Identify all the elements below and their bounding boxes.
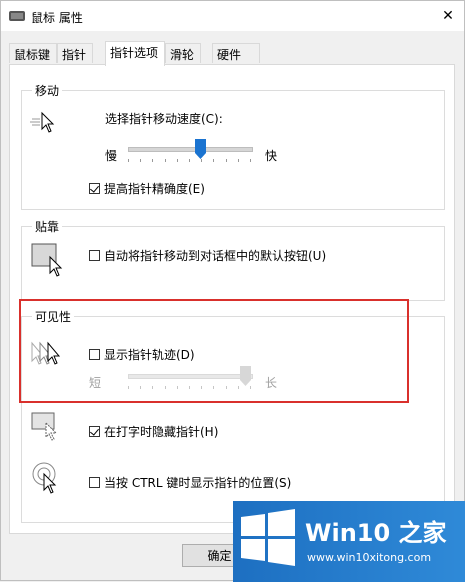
windows-logo-icon: [241, 509, 295, 566]
motion-group: 移动 选择指针移动速度(C): 慢 快 提高指针精确度(E): [21, 82, 445, 210]
tab-label: 指针: [62, 48, 87, 62]
show-location-checkbox[interactable]: 当按 CTRL 键时显示指针的位置(S): [89, 474, 291, 491]
motion-group-title: 移动: [32, 82, 63, 99]
hide-pointer-checkbox-box[interactable]: [89, 426, 100, 437]
snap-group-title: 贴靠: [32, 218, 63, 235]
snap-label: 自动将指针移动到对话框中的默认按钮(U): [104, 249, 327, 263]
slider-track: [128, 147, 253, 152]
slider-tick: [250, 159, 251, 162]
slider-tick: [165, 159, 166, 162]
snap-to-group: 贴靠 自动将指针移动到对话框中的默认按钮(U): [21, 218, 445, 301]
snap-checkbox-box[interactable]: [89, 250, 100, 261]
mouse-app-icon: [9, 11, 25, 21]
hide-pointer-icon: [31, 412, 58, 441]
show-location-label: 当按 CTRL 键时显示指针的位置(S): [104, 476, 292, 490]
watermark-url: www.win10xitong.com: [307, 551, 432, 564]
hide-pointer-label: 在打字时隐藏指针(H): [104, 425, 219, 439]
slider-tick: [189, 159, 190, 162]
tab-label: 滑轮: [170, 48, 195, 62]
fast-label: 快: [265, 149, 278, 163]
tab-pointers[interactable]: 指针: [57, 43, 93, 63]
speed-label: 选择指针移动速度(C):: [105, 112, 223, 126]
close-button[interactable]: ✕: [436, 4, 460, 28]
snap-checkbox[interactable]: 自动将指针移动到对话框中的默认按钮(U): [89, 247, 326, 264]
slow-label: 慢: [105, 149, 118, 163]
tab-hardware[interactable]: 硬件: [212, 43, 260, 63]
snap-to-icon: [31, 243, 63, 277]
tab-wheel[interactable]: 滑轮: [165, 43, 201, 63]
precision-checkbox[interactable]: 提高指针精确度(E): [89, 180, 205, 197]
slider-tick: [128, 159, 129, 162]
tab-label: 鼠标键: [14, 48, 51, 62]
ok-button-label: 确定: [207, 549, 232, 563]
tab-label: 硬件: [217, 48, 242, 62]
show-location-icon: [32, 462, 57, 494]
precision-checkbox-box[interactable]: [89, 183, 100, 194]
slider-tick: [177, 159, 178, 162]
close-icon: ✕: [442, 8, 454, 24]
tab-pointer-options[interactable]: 指针选项: [105, 41, 165, 66]
title-bar: 鼠标 属性 ✕: [1, 1, 464, 31]
show-location-checkbox-box[interactable]: [89, 477, 100, 488]
slider-thumb[interactable]: [195, 139, 206, 159]
hide-pointer-checkbox[interactable]: 在打字时隐藏指针(H): [89, 423, 218, 440]
tab-label: 指针选项: [110, 46, 159, 60]
slider-ticks: [128, 159, 251, 162]
precision-label: 提高指针精确度(E): [104, 182, 205, 196]
slider-tick: [226, 159, 227, 162]
watermark: Win10 之家 www.win10xitong.com: [233, 501, 465, 582]
window-title: 鼠标 属性: [31, 11, 83, 25]
slider-tick: [152, 159, 153, 162]
watermark-brand: Win10 之家: [305, 519, 447, 547]
highlight-annotation: [19, 299, 409, 403]
mouse-properties-window: 鼠标 属性 ✕ 鼠标键 指针 指针选项 滑轮 硬件 移动 选择指针移动速度(C)…: [0, 0, 465, 582]
tab-buttons[interactable]: 鼠标键: [9, 43, 57, 63]
slider-tick: [238, 159, 239, 162]
pointer-speed-slider[interactable]: [128, 139, 253, 165]
slider-tick: [201, 159, 202, 162]
pointer-speed-icon: [30, 111, 55, 133]
slider-tick: [140, 159, 141, 162]
slider-tick: [213, 159, 214, 162]
